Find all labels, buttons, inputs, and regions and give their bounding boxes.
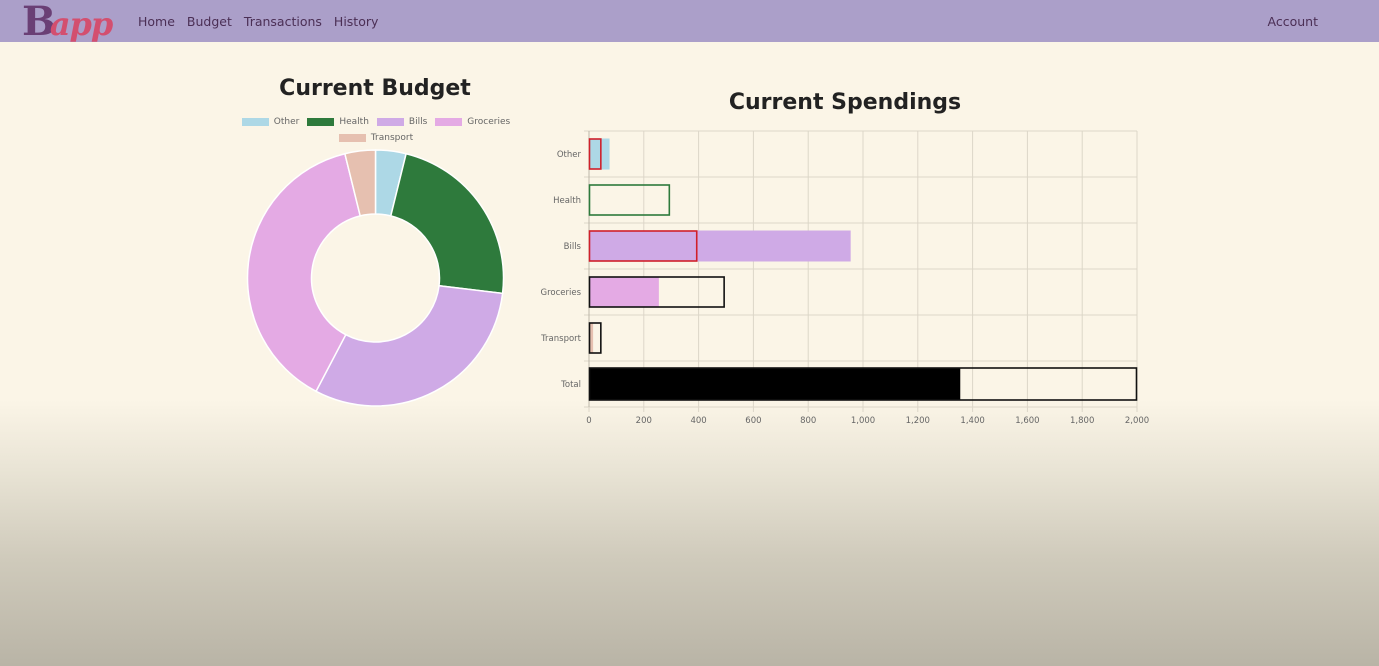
bar-spent-other (589, 138, 610, 170)
donut-slice-health (389, 152, 505, 295)
bar-spent-bills (589, 230, 851, 262)
x-tick-label: 1,000 (851, 416, 875, 426)
bar-spent-groceries (589, 276, 659, 308)
y-tick-label: Health (553, 196, 581, 206)
y-tick-label: Groceries (540, 288, 581, 298)
y-tick-label: Total (560, 380, 581, 390)
x-tick-label: 1,200 (906, 416, 930, 426)
bar-spent-total (589, 367, 961, 401)
y-tick-label: Other (557, 150, 582, 160)
charts-canvas: 0 200 400 600 800 1,000 1,200 1,400 1,600 1,800 2,… (246, 130, 1149, 426)
x-tick-label: 200 (636, 416, 652, 426)
x-tick-label: 1,400 (960, 416, 984, 426)
bar-budget-health (588, 184, 671, 216)
y-tick-label: Bills (564, 242, 582, 252)
x-tick-label: 600 (745, 416, 761, 426)
x-tick-label: 1,600 (1015, 416, 1039, 426)
x-tick-label: 1,800 (1070, 416, 1094, 426)
x-tick-label: 2,000 (1125, 416, 1149, 426)
donut-slice-bills (315, 284, 504, 407)
x-tick-label: 0 (586, 416, 591, 426)
x-tick-label: 400 (690, 416, 706, 426)
y-tick-label: Transport (540, 334, 582, 344)
x-tick-label: 800 (800, 416, 816, 426)
